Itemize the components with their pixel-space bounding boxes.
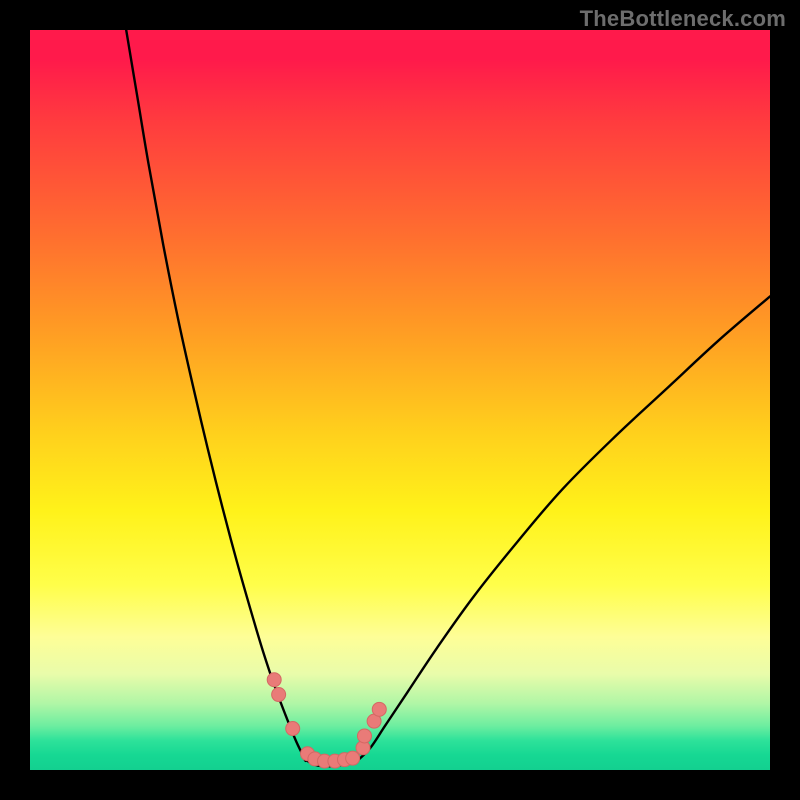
marker-group	[267, 673, 386, 768]
data-marker	[272, 688, 286, 702]
data-marker	[357, 729, 371, 743]
watermark-text: TheBottleneck.com	[580, 6, 786, 32]
plot-area	[30, 30, 770, 770]
curve-layer	[30, 30, 770, 770]
data-marker	[267, 673, 281, 687]
bottleneck-curve	[126, 30, 770, 766]
data-marker	[286, 722, 300, 736]
data-marker	[346, 751, 360, 765]
chart-stage: TheBottleneck.com	[0, 0, 800, 800]
data-marker	[372, 702, 386, 716]
